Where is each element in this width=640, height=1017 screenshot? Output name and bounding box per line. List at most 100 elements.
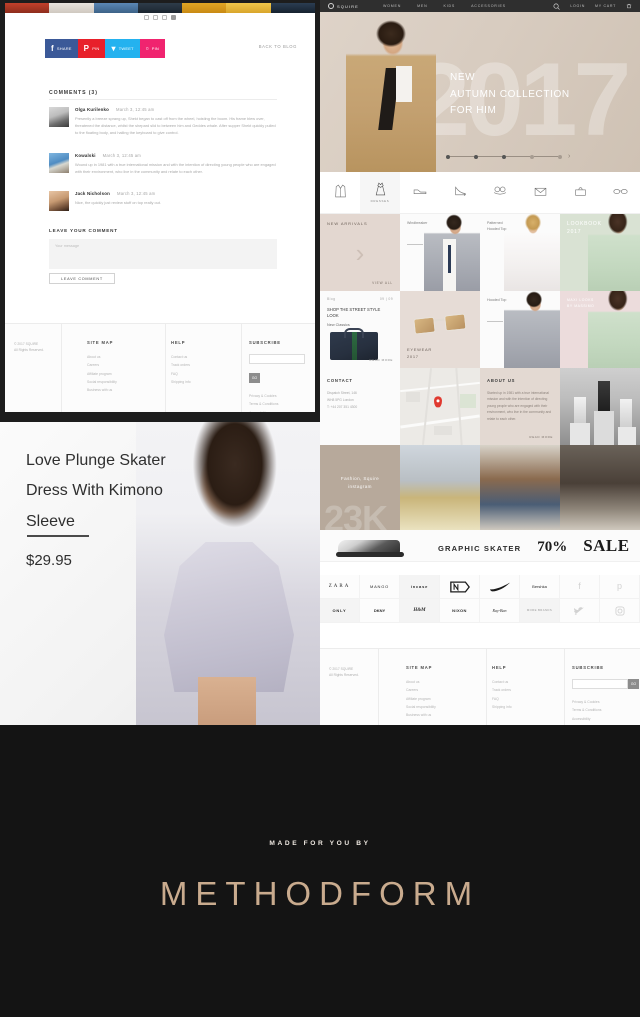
tile-new-arrivals[interactable]: NEW ARRIVALS › VIEW ALL xyxy=(320,214,400,291)
chevron-right-icon[interactable]: › xyxy=(568,153,570,160)
instagram-photo[interactable] xyxy=(480,445,560,530)
comment-textarea-placeholder: Your message xyxy=(55,244,80,248)
brand-name[interactable]: SQUIRE xyxy=(337,4,359,9)
category-lingerie[interactable] xyxy=(480,172,520,213)
footer-legal-link[interactable]: Accessibility xyxy=(572,715,639,723)
instagram-photo[interactable] xyxy=(400,445,480,530)
social-instagram[interactable] xyxy=(600,599,640,623)
share-pinterest-button[interactable]: P PIN xyxy=(77,39,106,58)
subscribe-go-button[interactable]: GO xyxy=(249,373,260,383)
category-heels[interactable] xyxy=(440,172,480,213)
tile-hooded-top[interactable]: Hooded Top xyxy=(480,291,560,368)
share-twitter-button[interactable]: ▾ TWEET xyxy=(105,39,140,58)
footer-legal-link[interactable]: Terms & Conditions xyxy=(249,400,315,408)
leave-comment-button[interactable]: LEAVE COMMENT xyxy=(49,273,115,284)
footer-link[interactable]: Affiliate program xyxy=(87,370,117,378)
login-link[interactable]: LOGIN xyxy=(570,4,585,8)
tile-editorial-photo[interactable] xyxy=(560,368,640,445)
tile-lookbook[interactable]: LOOKBOOK 2017 xyxy=(560,214,640,291)
footer-link[interactable]: About us xyxy=(406,678,436,686)
footer-legal-link[interactable]: Terms & Conditions xyxy=(572,706,639,714)
share-instagram-button[interactable]: ▫ PIN xyxy=(139,39,166,58)
footer-link[interactable]: Shipping info xyxy=(171,378,191,386)
more-brands-link[interactable]: MORE BRANDS xyxy=(520,599,560,623)
footer-link[interactable]: Track orders xyxy=(171,361,191,369)
subscribe-go-button[interactable]: GO xyxy=(628,679,639,689)
brand-label: MORE BRANDS xyxy=(526,608,553,613)
tile-eyewear[interactable]: EYEWEAR 2017 xyxy=(400,291,480,368)
subscribe-email-input[interactable] xyxy=(572,679,628,689)
footer-link[interactable]: Track orders xyxy=(492,686,512,694)
share-facebook-label: SHARE xyxy=(56,46,72,51)
gallery-pagination[interactable] xyxy=(5,15,315,20)
nav-item-kids[interactable]: KIDS xyxy=(444,4,456,8)
footer-link[interactable]: Shipping info xyxy=(492,703,512,711)
footer-link[interactable]: Social responsibility xyxy=(406,703,436,711)
cart-icon[interactable] xyxy=(626,3,632,9)
brand-dkny[interactable]: DKNY xyxy=(360,599,400,623)
brand-nike[interactable] xyxy=(480,575,520,599)
footer-link[interactable]: About us xyxy=(87,353,117,361)
subscribe-email-input[interactable] xyxy=(249,354,305,364)
tile-windbreaker[interactable]: Windbreaker xyxy=(400,214,480,291)
category-handbags[interactable] xyxy=(560,172,600,213)
category-sunglasses[interactable] xyxy=(600,172,640,213)
footer-link[interactable]: Social responsibility xyxy=(87,378,117,386)
brand-new-era[interactable] xyxy=(440,575,480,599)
tile-maxi-looks[interactable]: MAXI LOOKS BY MASSIMO xyxy=(560,291,640,368)
footer-link[interactable]: Careers xyxy=(87,361,117,369)
brand-hm[interactable]: H&M xyxy=(400,599,440,623)
tile-blog-post[interactable]: Blog 09 | 09 SHOP THE STREET STYLE LOOK … xyxy=(320,291,400,368)
hero-carousel-dots[interactable]: › xyxy=(446,153,570,160)
brand-ray-ban[interactable]: Ray-Ban xyxy=(480,599,520,623)
brand-only[interactable]: ONLY xyxy=(320,599,360,623)
footer-link[interactable]: FAQ xyxy=(171,370,191,378)
footer-legal-link[interactable]: Accessibility xyxy=(249,409,315,412)
social-facebook[interactable]: f xyxy=(560,575,600,599)
footer-link[interactable]: Contact us xyxy=(171,353,191,361)
footer-link[interactable]: Contact us xyxy=(492,678,512,686)
footer-link[interactable]: Business with us xyxy=(406,711,436,719)
read-more-link[interactable]: READ MORE xyxy=(369,358,393,362)
promo-grid-row-1: NEW ARRIVALS › VIEW ALL Windbreaker Patt… xyxy=(320,214,640,291)
category-sneakers[interactable] xyxy=(400,172,440,213)
category-jacket[interactable] xyxy=(320,172,360,213)
footer-link[interactable]: FAQ xyxy=(492,695,512,703)
gallery-dot[interactable] xyxy=(162,15,167,20)
brand-incase[interactable]: incase xyxy=(400,575,440,599)
brand-nixon[interactable]: NIXON xyxy=(440,599,480,623)
footer-link[interactable]: Careers xyxy=(406,686,436,694)
footer-link[interactable]: Affiliate program xyxy=(406,695,436,703)
footer-link[interactable]: Business with us xyxy=(87,386,117,394)
search-icon[interactable] xyxy=(553,3,561,10)
gallery-dot[interactable] xyxy=(144,15,149,20)
comment-text: Nice, the quickly just review stuff on t… xyxy=(75,200,161,205)
hero-dot[interactable] xyxy=(558,154,562,159)
social-pinterest[interactable]: p xyxy=(600,575,640,599)
gallery-dot[interactable] xyxy=(153,15,158,20)
back-to-blog-link[interactable]: BACK TO BLOG xyxy=(259,44,297,49)
gallery-dot-active[interactable] xyxy=(171,15,176,20)
nav-item-women[interactable]: WOMEN xyxy=(383,4,401,8)
share-facebook-button[interactable]: f SHARE xyxy=(45,39,78,58)
tile-map[interactable] xyxy=(400,368,480,445)
category-wallets[interactable] xyxy=(520,172,560,213)
instagram-photo[interactable] xyxy=(560,445,640,530)
footer-legal-link[interactable]: Privacy & Cookies xyxy=(572,698,639,706)
promo-grid-row-3: CONTACT Dispatch Street, 146 WH8 5PG Lon… xyxy=(320,368,640,445)
brand-mango[interactable]: MANGO xyxy=(360,575,400,599)
tile-instagram-feed[interactable]: 23K Fashion, Squire instagram xyxy=(320,445,400,530)
cart-link[interactable]: MY CART xyxy=(595,4,616,8)
nav-item-men[interactable]: MEN xyxy=(417,4,427,8)
social-twitter[interactable] xyxy=(560,599,600,623)
view-all-link[interactable]: VIEW ALL xyxy=(372,281,393,285)
tile-patterned-hooded-top[interactable]: Patterned Hooded Top xyxy=(480,214,560,291)
category-dresses[interactable]: DRESSES xyxy=(360,172,400,213)
footer-legal-link[interactable]: Privacy & Cookies xyxy=(249,392,315,400)
nav-item-accessories[interactable]: ACCESSORIES xyxy=(471,4,506,8)
read-more-link[interactable]: READ MORE xyxy=(529,435,553,439)
comment-textarea[interactable] xyxy=(49,239,277,269)
sale-promo-banner[interactable]: GRAPHIC SKATER 70% SALE xyxy=(320,530,640,562)
brand-bershka[interactable]: Bershka xyxy=(520,575,560,599)
brand-zara[interactable]: ZARA xyxy=(320,575,360,599)
